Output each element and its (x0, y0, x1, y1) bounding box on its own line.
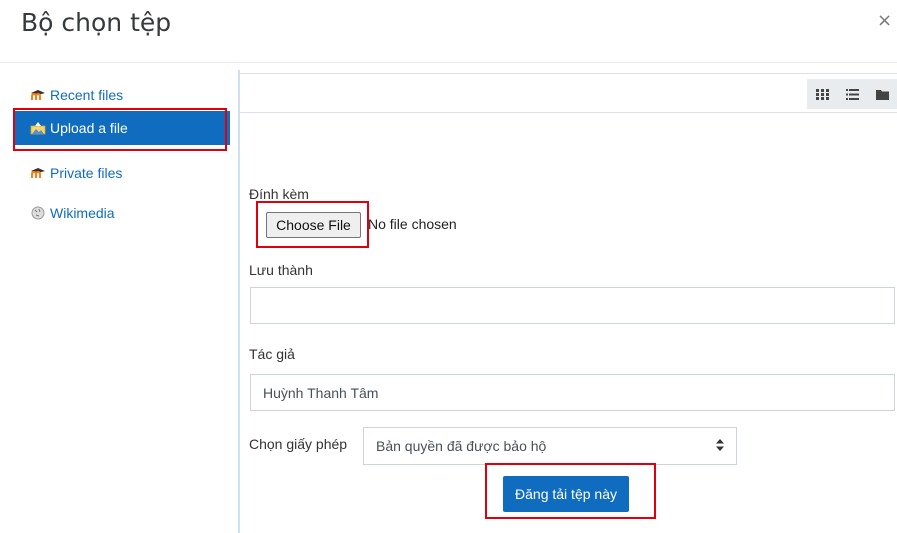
wikimedia-icon (30, 206, 46, 220)
list-view-icon[interactable] (837, 79, 867, 109)
sidebar-item-label: Recent files (50, 87, 124, 103)
grid-view-icon[interactable] (807, 79, 837, 109)
no-file-text: No file chosen (368, 216, 457, 232)
upload-this-file-button[interactable]: Đăng tải tệp này (503, 476, 629, 512)
choose-file-button[interactable]: Choose File (266, 212, 361, 238)
sidebar-item-wikimedia[interactable]: Wikimedia (15, 196, 230, 230)
moodle-icon (30, 88, 46, 102)
attachment-label: Đính kèm (249, 186, 309, 202)
upload-icon (30, 121, 46, 135)
license-select[interactable]: Bản quyền đã được bảo hộ (363, 427, 737, 465)
select-arrows-icon (716, 438, 724, 454)
license-select-value: Bản quyền đã được bảo hộ (376, 438, 547, 454)
view-switcher (807, 79, 897, 109)
author-label: Tác giả (249, 346, 295, 362)
dialog-title: Bộ chọn tệp (21, 8, 172, 37)
sidebar-item-upload-a-file[interactable]: Upload a file (15, 111, 230, 145)
sidebar-item-label: Private files (50, 165, 123, 181)
sidebar-item-private-files[interactable]: Private files (15, 156, 230, 190)
panel-border (238, 70, 240, 533)
close-icon[interactable]: × (877, 10, 892, 31)
folder-view-icon[interactable] (867, 79, 897, 109)
sidebar-item-label: Wikimedia (50, 205, 115, 221)
save-as-field[interactable] (250, 287, 895, 324)
file-toolbar (240, 73, 897, 113)
header-divider (0, 62, 897, 63)
author-field[interactable]: Huỳnh Thanh Tâm (250, 374, 895, 411)
save-as-label: Lưu thành (249, 262, 313, 278)
license-label: Chọn giấy phép (249, 436, 348, 452)
moodle-icon (30, 166, 46, 180)
sidebar-item-label: Upload a file (50, 120, 128, 136)
sidebar-item-recent-files[interactable]: Recent files (15, 78, 230, 112)
